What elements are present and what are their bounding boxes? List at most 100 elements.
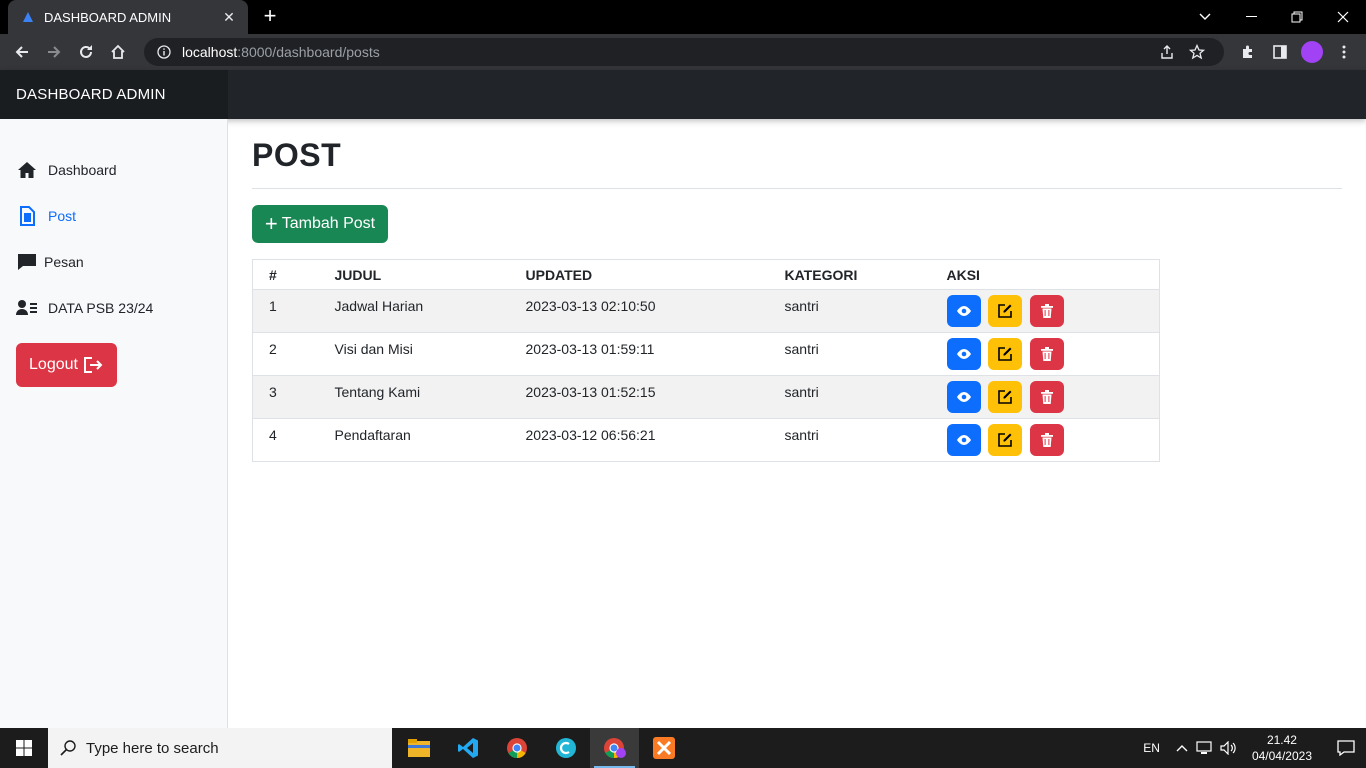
browser-tab-strip: DASHBOARD ADMIN ✕ + — [0, 0, 1366, 34]
address-bar[interactable]: localhost :8000/dashboard/posts — [144, 38, 1224, 66]
vscode-icon[interactable] — [443, 728, 492, 768]
trash-icon — [1041, 390, 1054, 404]
table-row: 2 Visi dan Misi 2023-03-13 01:59:11 sant… — [252, 332, 1160, 376]
delete-button[interactable] — [1030, 424, 1065, 456]
sidebar-item-label: Post — [48, 208, 77, 224]
minimize-button[interactable] — [1228, 0, 1274, 34]
network-icon[interactable] — [1196, 741, 1212, 755]
eye-icon — [956, 392, 971, 402]
cell-kategori: santri — [768, 375, 931, 419]
pencil-square-icon — [998, 304, 1013, 318]
cell-kategori: santri — [768, 418, 931, 462]
home-icon — [16, 159, 38, 181]
trash-icon — [1041, 347, 1054, 361]
bookmark-star-icon[interactable] — [1182, 44, 1212, 60]
eye-icon — [956, 349, 971, 359]
language-indicator[interactable]: EN — [1143, 741, 1160, 755]
delete-button[interactable] — [1030, 338, 1065, 370]
sidebar-item-label: Dashboard — [48, 162, 117, 178]
site-info-icon[interactable] — [156, 44, 172, 60]
pencil-square-icon — [998, 433, 1013, 447]
view-button[interactable] — [946, 381, 981, 413]
trash-icon — [1041, 304, 1054, 318]
tab-search-icon[interactable] — [1182, 0, 1228, 34]
cell-no: 3 — [252, 375, 319, 419]
chat-icon — [16, 251, 38, 273]
view-button[interactable] — [946, 295, 981, 327]
column-header-updated: UPDATED — [509, 259, 769, 290]
cell-no: 4 — [252, 418, 319, 462]
edit-button[interactable] — [988, 338, 1023, 370]
xampp-icon[interactable] — [639, 728, 688, 768]
logout-label: Logout — [29, 356, 78, 373]
edit-button[interactable] — [988, 295, 1023, 327]
delete-button[interactable] — [1030, 381, 1065, 413]
side-panel-icon[interactable] — [1264, 36, 1296, 68]
edit-button[interactable] — [988, 381, 1023, 413]
extensions-icon[interactable] — [1232, 36, 1264, 68]
cell-no: 2 — [252, 332, 319, 376]
main-content: POST + Tambah Post # JUDUL UPDATED KATEG… — [252, 119, 1342, 462]
back-button[interactable] — [6, 36, 38, 68]
sidebar-item-data-psb[interactable]: DATA PSB 23/24 — [0, 285, 227, 331]
cell-aksi — [930, 375, 1160, 419]
new-tab-button[interactable]: + — [258, 5, 282, 29]
trash-icon — [1041, 433, 1054, 447]
plus-icon: + — [264, 211, 278, 236]
close-window-button[interactable] — [1320, 0, 1366, 34]
cell-updated: 2023-03-12 06:56:21 — [509, 418, 769, 462]
forward-button[interactable] — [38, 36, 70, 68]
browser-tab[interactable]: DASHBOARD ADMIN ✕ — [8, 0, 248, 34]
reload-button[interactable] — [70, 36, 102, 68]
column-header-kategori: KATEGORI — [768, 259, 931, 290]
sidebar-item-post[interactable]: Post — [0, 193, 227, 239]
browser-menu-icon[interactable] — [1328, 36, 1360, 68]
tab-title: DASHBOARD ADMIN — [44, 9, 172, 25]
view-button[interactable] — [946, 424, 981, 456]
cell-judul: Visi dan Misi — [318, 332, 510, 376]
logout-button[interactable]: Logout — [16, 343, 117, 387]
cell-no: 1 — [252, 289, 319, 333]
cell-updated: 2023-03-13 01:59:11 — [509, 332, 769, 376]
sidebar-item-dashboard[interactable]: Dashboard — [0, 147, 227, 193]
add-post-button[interactable]: + Tambah Post — [252, 205, 388, 243]
cell-judul: Jadwal Harian — [318, 289, 510, 333]
column-header-aksi: AKSI — [930, 259, 1160, 290]
home-button[interactable] — [102, 36, 134, 68]
taskbar-clock[interactable]: 21.42 04/04/2023 — [1252, 732, 1312, 764]
search-icon — [60, 740, 76, 756]
chrome-icon[interactable] — [492, 728, 541, 768]
table-row: 4 Pendaftaran 2023-03-12 06:56:21 santri — [252, 418, 1160, 462]
view-button[interactable] — [946, 338, 981, 370]
add-post-label: Tambah Post — [281, 215, 376, 232]
table-row: 3 Tentang Kami 2023-03-13 01:52:15 santr… — [252, 375, 1160, 419]
url-host: localhost — [182, 44, 238, 60]
delete-button[interactable] — [1030, 295, 1065, 327]
restore-button[interactable] — [1274, 0, 1320, 34]
url-path: :8000/dashboard/posts — [237, 44, 380, 60]
sidebar-item-pesan[interactable]: Pesan — [0, 239, 227, 285]
cell-aksi — [930, 418, 1160, 462]
share-icon[interactable] — [1152, 44, 1182, 60]
windows-start-icon[interactable] — [0, 728, 48, 768]
sidebar: Dashboard Post Pesan DATA PSB 23/24 Logo… — [0, 119, 228, 728]
sidebar-item-label: DATA PSB 23/24 — [48, 300, 154, 316]
pencil-square-icon — [998, 390, 1013, 404]
edit-button[interactable] — [988, 424, 1023, 456]
clock-date: 04/04/2023 — [1251, 749, 1312, 763]
chevron-up-icon[interactable] — [1176, 744, 1188, 752]
app-brand[interactable]: DASHBOARD ADMIN — [0, 70, 228, 119]
tab-close-icon[interactable]: ✕ — [220, 8, 238, 26]
file-explorer-icon[interactable] — [394, 728, 443, 768]
app-topbar: DASHBOARD ADMIN — [0, 70, 1366, 119]
cell-updated: 2023-03-13 01:52:15 — [509, 375, 769, 419]
browser-toolbar: localhost :8000/dashboard/posts — [0, 34, 1366, 70]
posts-table: # JUDUL UPDATED KATEGORI AKSI 1 Jadwal H… — [252, 259, 1160, 462]
canva-icon[interactable] — [541, 728, 590, 768]
profile-avatar[interactable] — [1296, 36, 1328, 68]
volume-icon[interactable] — [1220, 741, 1236, 755]
table-row: 1 Jadwal Harian 2023-03-13 02:10:50 sant… — [252, 289, 1160, 333]
chrome-profile-icon[interactable] — [590, 728, 639, 768]
notification-icon[interactable] — [1326, 740, 1366, 756]
taskbar-search-input[interactable]: Type here to search — [48, 728, 392, 768]
